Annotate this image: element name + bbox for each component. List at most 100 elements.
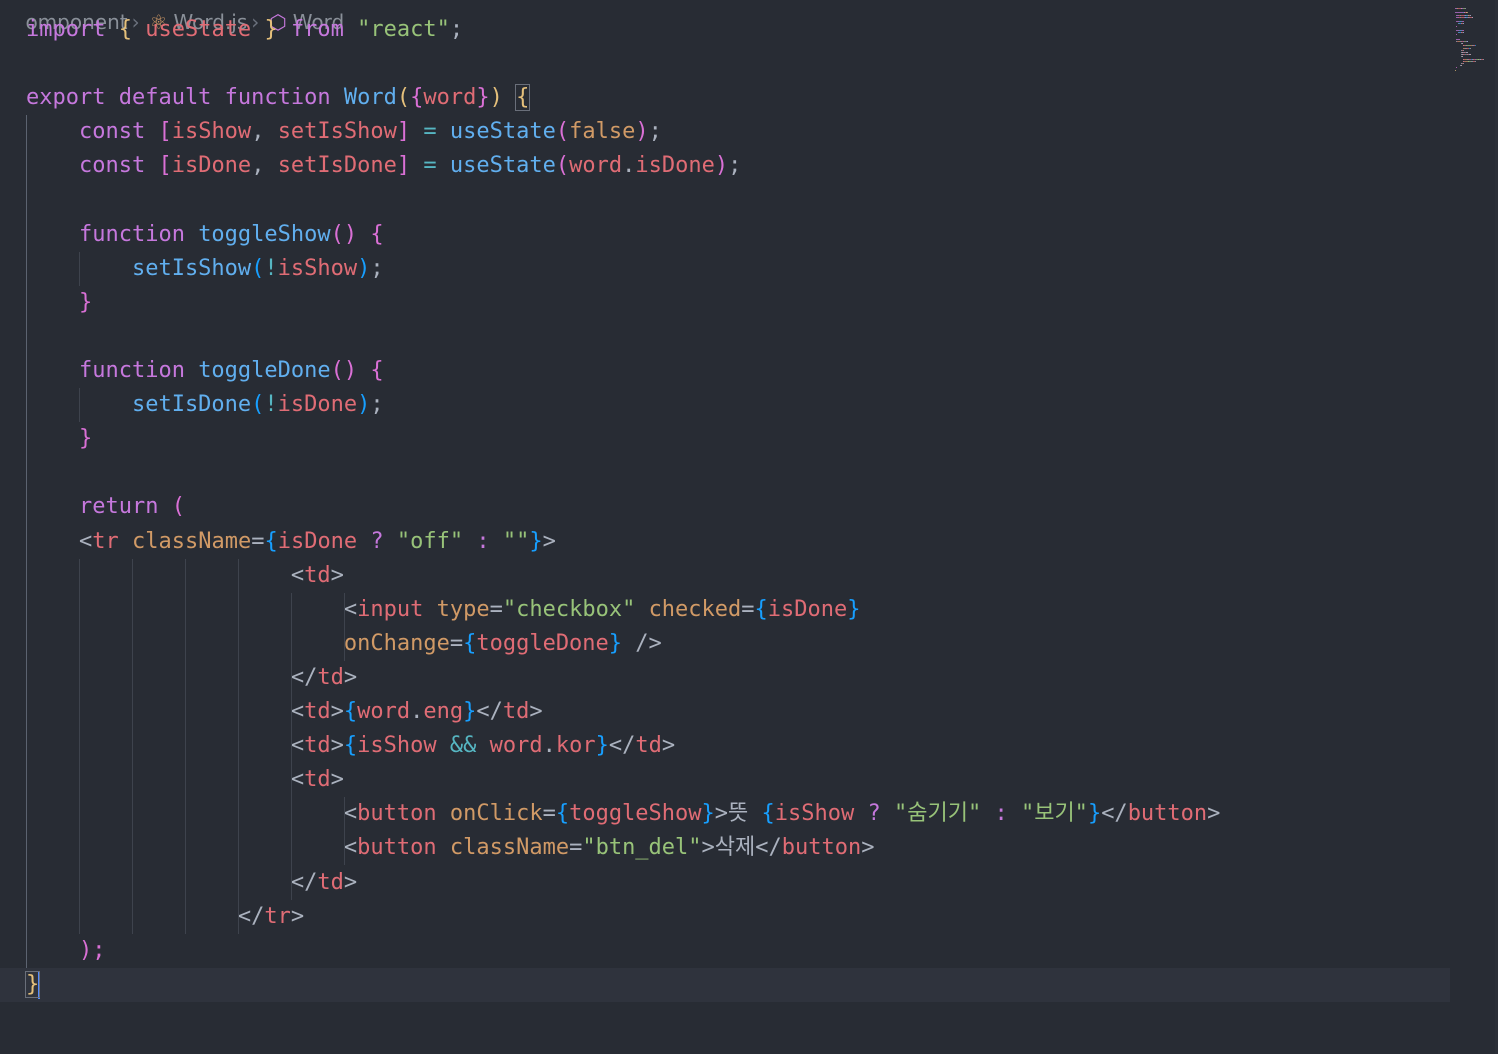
indent-guide [26,115,27,968]
code-editor[interactable]: omponent › ⚛ Word.js › ⬡ Word import { useStat… [0,0,1450,1054]
code-line[interactable]: onChange={toggleDone} /> [0,627,1450,661]
code-token: checked [648,596,742,622]
code-token: setIsDone [277,153,397,179]
code-line-text: } [26,286,92,320]
code-line[interactable]: return ( [0,490,1450,524]
code-token: ); [26,937,106,963]
code-token: "off" [396,528,477,554]
code-token: } [529,528,543,554]
code-line[interactable]: </tr> [0,900,1450,934]
code-line[interactable]: } [0,422,1450,456]
code-token: < [26,596,358,622]
code-token: button [781,835,862,861]
code-line[interactable]: setIsDone(!isDone); [0,388,1450,422]
code-line[interactable]: <button className="btn_del">삭제</button> [0,831,1450,865]
code-token: > [290,903,305,929]
code-token: "react" [357,17,450,42]
code-token: : [994,801,1021,827]
code-token: : [476,528,503,554]
code-token: td [304,733,331,759]
code-line[interactable] [0,456,1450,490]
code-line-text: <button className="btn_del">삭제</button> [26,831,875,865]
code-token: kor [555,733,596,759]
code-token: "보기" [1020,801,1088,827]
code-line[interactable] [0,184,1450,218]
code-token: < [26,562,305,588]
code-token: isDone [635,153,715,179]
minimap-stroke [1469,47,1471,49]
code-token: > [529,699,543,724]
code-token: </ [26,664,318,690]
code-line-text: const [isDone, setIsDone] = useState(wor… [26,149,741,183]
code-line[interactable]: <input type="checkbox" checked={isDone} [0,593,1450,627]
code-token: const [26,153,159,179]
code-line[interactable]: } [0,967,1450,1002]
code-token: setIsShow [277,119,397,145]
code-line-text: ); [26,934,106,968]
code-token: eng [423,699,464,724]
code-token: "숨기기" [893,801,995,827]
code-line-text: <td>{isShow && word.kor}</td> [26,729,675,763]
code-token: { [761,801,775,827]
code-token: { [555,801,570,827]
code-token: td [304,562,331,588]
code-token: ( [251,392,265,418]
code-token: ( [251,255,265,281]
code-token: . [410,699,424,724]
code-line[interactable]: } [0,286,1450,320]
code-token: { [410,85,424,111]
code-token: "btn_del" [582,835,702,861]
code-line[interactable] [0,47,1450,81]
code-token: </ [1101,801,1128,827]
code-token: . [542,733,556,759]
code-token: ) [635,119,649,145]
code-token: isShow [774,801,868,827]
code-line[interactable] [0,320,1450,354]
code-token: { [264,528,278,554]
code-line[interactable]: </td> [0,661,1450,695]
code-token: td [502,699,530,724]
code-line[interactable]: function toggleShow() { [0,218,1450,252]
code-line[interactable]: import { useState } from "react"; [0,13,1450,47]
code-line[interactable]: setIsShow(!isShow); [0,252,1450,286]
code-line-text: <button onClick={toggleShow}>뜻 {isShow ?… [26,797,1221,831]
code-token: td [304,699,331,724]
code-token: return [26,494,172,520]
code-token: word [569,153,623,179]
code-line[interactable]: ); [0,934,1450,968]
code-line[interactable]: <td>{isShow && word.kor}</td> [0,729,1450,763]
code-token: isShow [171,119,252,145]
code-line[interactable]: <td>{word.eng}</td> [0,695,1450,729]
code-line[interactable]: <td> [0,559,1450,593]
code-token: input [357,596,437,622]
code-line[interactable]: function toggleDone() { [0,354,1450,388]
code-token: = [489,596,503,622]
code-token: type [436,596,490,622]
code-line-text: <tr className={isDone ? "off" : ""}> [26,525,556,559]
code-token: isShow [357,733,450,759]
code-token: isShow [277,255,358,281]
code-line[interactable]: export default function Word({word}) { [0,81,1450,115]
code-token: ] [396,119,411,145]
code-token: </ [26,903,265,929]
code-token: = [569,835,583,861]
code-token: isDone [277,528,371,554]
code-line-text: return ( [26,490,185,524]
code-line[interactable]: <button onClick={toggleShow}>뜻 {isShow ?… [0,797,1450,831]
code-line[interactable]: <tr className={isDone ? "off" : ""}> [0,525,1450,559]
code-line[interactable]: const [isShow, setIsShow] = useState(fal… [0,115,1450,149]
code-line[interactable]: </td> [0,866,1450,900]
code-token: ) [714,153,729,179]
minimap[interactable] [1455,8,1498,76]
breadcrumb: omponent › ⚛ Word.js › ⬡ Word [0,0,344,34]
code-token: toggleShow [198,221,331,247]
code-token: td [635,733,662,759]
code-line[interactable]: const [isDone, setIsDone] = useState(wor… [0,149,1450,183]
code-token: ; [370,255,384,281]
code-line[interactable]: <td> [0,763,1450,797]
code-token: < [26,801,358,827]
code-token: className [131,528,252,554]
code-token: ; [449,17,464,42]
code-token: { [463,630,477,656]
minimap-stroke [1462,21,1464,23]
